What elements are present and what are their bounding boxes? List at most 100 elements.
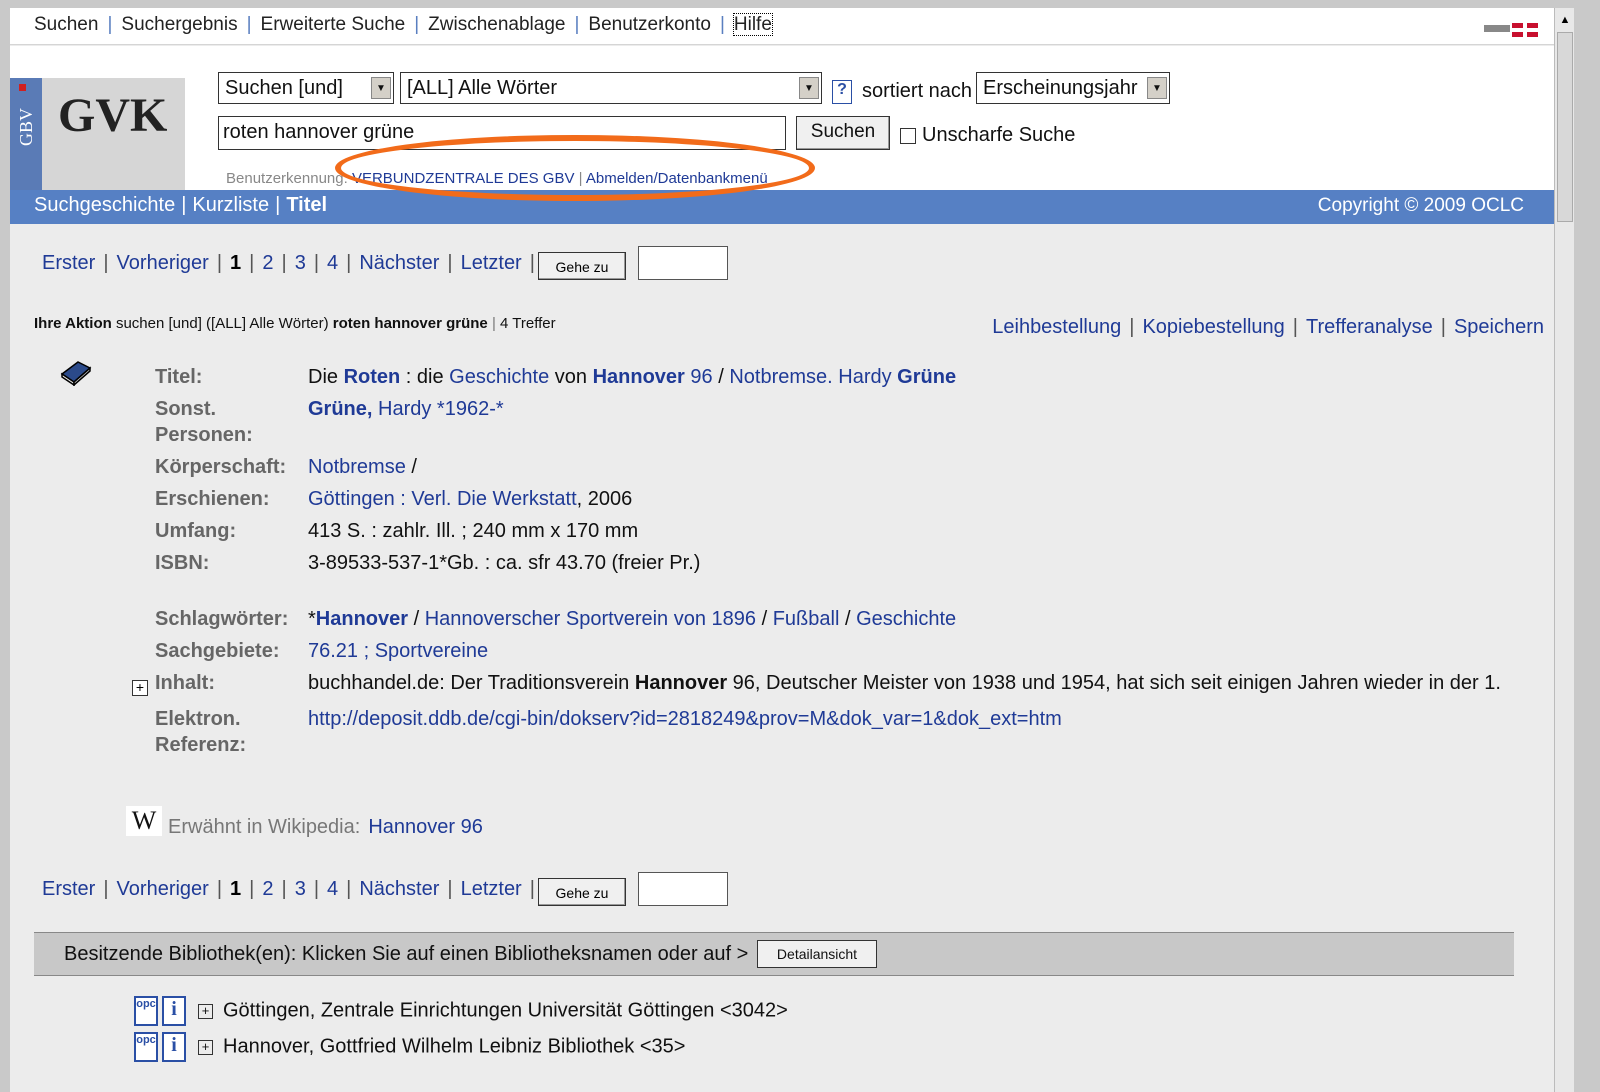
pager-last[interactable]: Letzter [461,878,522,900]
publisher-link[interactable]: Göttingen : Verl. Die Werkstatt [308,488,577,510]
subject-link-hannover[interactable]: Hannover [316,608,408,630]
info-icon[interactable]: i [162,996,186,1026]
contents-part: buchhandel.de: Der Traditionsverein [308,672,635,694]
label-persons-line1: Sonst. [155,398,217,420]
published-year: , 2006 [576,488,633,510]
label-corp: Körperschaft: [155,456,287,478]
label-eref-line2: Referenz: [155,734,247,756]
value-corp: Notbremse / [308,454,417,480]
tab-suchgeschichte[interactable]: Suchgeschichte [34,194,175,216]
pager-next[interactable]: Nächster [359,878,439,900]
german-flag-icon[interactable] [1484,25,1510,32]
opc-icon[interactable]: opc [134,1032,158,1062]
title-link-96[interactable]: 96 [685,366,712,388]
search-button[interactable]: Suchen [796,116,890,150]
highlight-oval [335,135,815,201]
pager-prev[interactable]: Vorheriger [117,878,209,900]
library-name[interactable]: Hannover, Gottfried Wilhelm Leibniz Bibl… [223,1035,685,1057]
title-link-gruene[interactable]: Grüne [897,366,956,388]
nav-suchergebnis[interactable]: Suchergebnis [121,14,237,35]
eref-link[interactable]: http://deposit.ddb.de/cgi-bin/dokserv?id… [308,708,1062,730]
pager-page-4[interactable]: 4 [327,252,338,274]
opc-icon[interactable]: opc [134,996,158,1026]
goto-button[interactable]: Gehe zu [538,252,626,280]
pager-first[interactable]: Erster [42,878,95,900]
pager-first[interactable]: Erster [42,252,95,274]
holdings-text: Besitzende Bibliothek(en): Klicken Sie a… [64,943,749,965]
expand-library-icon[interactable]: + [198,1003,213,1019]
goto-input[interactable] [638,872,728,906]
logo-gvk-text: GVK [58,89,168,142]
breadcrumb-bar: Suchgeschichte | Kurzliste | Titel Copyright… [10,190,1554,224]
wikipedia-icon: W [126,806,162,836]
nav-erweiterte-suche[interactable]: Erweiterte Suche [261,14,406,35]
contents-part: 96, Deutscher Meister von 1938 und 1954,… [727,672,1501,694]
speichern-link[interactable]: Speichern [1454,316,1544,338]
sorted-by-label: sortiert nach [862,80,973,102]
nav-suchen[interactable]: Suchen [34,14,98,35]
expand-library-icon[interactable]: + [198,1039,213,1055]
operator-select[interactable]: Suchen [und] ▼ [218,72,394,104]
goto-button[interactable]: Gehe zu [538,878,626,906]
chevron-down-icon: ▼ [1147,77,1167,99]
expand-contents-icon[interactable]: + [132,680,148,696]
pager-current: 1 [230,878,242,900]
chevron-down-icon: ▼ [799,77,819,99]
detail-view-button[interactable]: Detailansicht [757,940,877,968]
person-link-hardy[interactable]: Hardy *1962-* [372,398,504,420]
sort-select[interactable]: Erscheinungsjahr ▼ [976,72,1170,104]
gvk-logo[interactable]: GBV GVK [10,78,185,190]
copyright: Copyright © 2009 OCLC [1317,195,1524,216]
nav-zwischenablage[interactable]: Zwischenablage [428,14,565,35]
corp-link[interactable]: Notbremse [308,456,406,478]
index-value: [ALL] Alle Wörter [407,77,558,99]
subject-sep: / [839,608,857,630]
title-link-roten[interactable]: Roten [344,366,401,388]
subject-sep: / [408,608,425,630]
wikipedia-label: Erwähnt in Wikipedia: [168,816,361,838]
subject-link-geschichte[interactable]: Geschichte [856,608,956,630]
subject-prefix: * [308,608,316,630]
subject-link-hsv[interactable]: Hannoverscher Sportverein von 1896 [425,608,756,630]
logo-gbv-text: GBV [16,108,36,147]
trefferanalyse-link[interactable]: Trefferanalyse [1306,316,1433,338]
scrollbar[interactable]: ▲ [1554,8,1574,1092]
fields-link[interactable]: 76.21 ; Sportvereine [308,640,488,662]
person-link-gruene[interactable]: Grüne, [308,398,372,420]
pager-page-2[interactable]: 2 [262,878,273,900]
fuzzy-search-label: Unscharfe Suche [922,124,1076,146]
tab-kurzliste[interactable]: Kurzliste [192,194,269,216]
info-icon[interactable]: i [162,1032,186,1062]
tab-titel[interactable]: Titel [286,194,327,216]
leihbestellung-link[interactable]: Leihbestellung [992,316,1121,338]
value-subjects: *Hannover / Hannoverscher Sportverein vo… [308,606,956,632]
nav-hilfe[interactable]: Hilfe [732,13,773,36]
pager-next[interactable]: Nächster [359,252,439,274]
goto-input[interactable] [638,246,728,280]
uk-flag-icon[interactable] [1512,23,1538,37]
library-name[interactable]: Göttingen, Zentrale Einrichtungen Univer… [223,999,788,1021]
pager-page-2[interactable]: 2 [262,252,273,274]
pager-page-3[interactable]: 3 [295,252,306,274]
wikipedia-link[interactable]: Hannover 96 [368,816,483,838]
pager-page-3[interactable]: 3 [295,878,306,900]
scroll-thumb[interactable] [1557,32,1573,222]
language-flags [1484,23,1538,37]
fuzzy-search-checkbox[interactable] [900,128,916,144]
value-eref: http://deposit.ddb.de/cgi-bin/dokserv?id… [308,706,1062,732]
title-link-geschichte[interactable]: Geschichte [449,366,549,388]
pager-last[interactable]: Letzter [461,252,522,274]
title-part: / [712,366,730,388]
pager-page-4[interactable]: 4 [327,878,338,900]
title-link-hannover[interactable]: Hannover [593,366,685,388]
nav-benutzerkonto[interactable]: Benutzerkonto [588,14,711,35]
title-link-notbremse[interactable]: Notbremse. Hardy [729,366,897,388]
search-query: roten hannover grüne [223,121,415,143]
pager-top: Erster | Vorheriger | 1 | 2 | 3 | 4 | Nächster | Letzt… [42,252,535,274]
scroll-up-icon[interactable]: ▲ [1557,14,1573,30]
kopiebestellung-link[interactable]: Kopiebestellung [1142,316,1284,338]
subject-link-fussball[interactable]: Fußball [773,608,840,630]
index-select[interactable]: [ALL] Alle Wörter ▼ [400,72,822,104]
help-icon[interactable]: ? [832,80,852,104]
pager-prev[interactable]: Vorheriger [117,252,209,274]
